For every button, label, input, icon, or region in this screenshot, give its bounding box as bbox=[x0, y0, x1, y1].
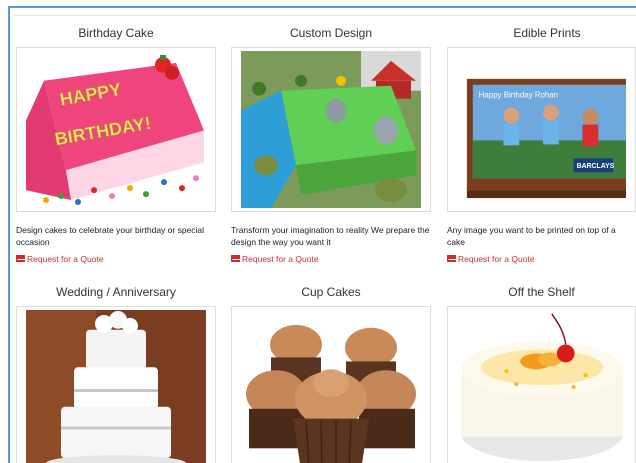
request-quote-link[interactable]: Request for a Quote bbox=[16, 254, 104, 264]
request-quote-label: Request for a Quote bbox=[242, 254, 319, 264]
cup-cakes-image bbox=[241, 310, 421, 463]
product-title: Edible Prints bbox=[513, 26, 581, 40]
product-description: Any image you want to be printed on top … bbox=[447, 225, 616, 247]
product-image-frame[interactable]: HAPPY BIRTHDAY! bbox=[16, 47, 216, 212]
section-divider bbox=[14, 15, 636, 16]
edible-print-cake-image: Happy Birthday Rohan BARCLAYS bbox=[457, 51, 626, 208]
product-title: Wedding / Anniversary bbox=[56, 285, 176, 299]
product-image-frame[interactable] bbox=[447, 306, 636, 463]
envelope-icon bbox=[231, 255, 240, 262]
print-text-greeting: Happy Birthday Rohan bbox=[479, 91, 558, 100]
product-title: Cup Cakes bbox=[301, 285, 361, 299]
product-description: Transform your imagination to reality We… bbox=[231, 225, 430, 247]
request-quote-link[interactable]: Request for a Quote bbox=[231, 254, 319, 264]
product-description: Design cakes to celebrate your birthday … bbox=[16, 225, 205, 247]
wedding-cake-image bbox=[26, 310, 206, 463]
envelope-icon bbox=[447, 255, 456, 262]
request-quote-label: Request for a Quote bbox=[458, 254, 535, 264]
product-image-frame[interactable] bbox=[16, 306, 216, 463]
off-the-shelf-cake-image bbox=[457, 310, 626, 463]
frame-top-border bbox=[8, 6, 636, 8]
request-quote-link[interactable]: Request for a Quote bbox=[447, 254, 535, 264]
frame-left-border bbox=[8, 6, 10, 463]
product-image-frame[interactable] bbox=[231, 306, 431, 463]
custom-design-cake-image bbox=[241, 51, 421, 208]
birthday-cake-image: HAPPY BIRTHDAY! bbox=[26, 51, 206, 208]
product-title: Custom Design bbox=[289, 26, 373, 40]
product-image-frame[interactable]: Happy Birthday Rohan BARCLAYS bbox=[447, 47, 636, 212]
product-image-frame[interactable] bbox=[231, 47, 431, 212]
product-title: Birthday Cake bbox=[78, 26, 154, 40]
envelope-icon bbox=[16, 255, 25, 262]
product-title: Off the Shelf bbox=[508, 285, 575, 299]
print-text-sponsor: BARCLAYS bbox=[577, 163, 615, 170]
request-quote-label: Request for a Quote bbox=[27, 254, 104, 264]
